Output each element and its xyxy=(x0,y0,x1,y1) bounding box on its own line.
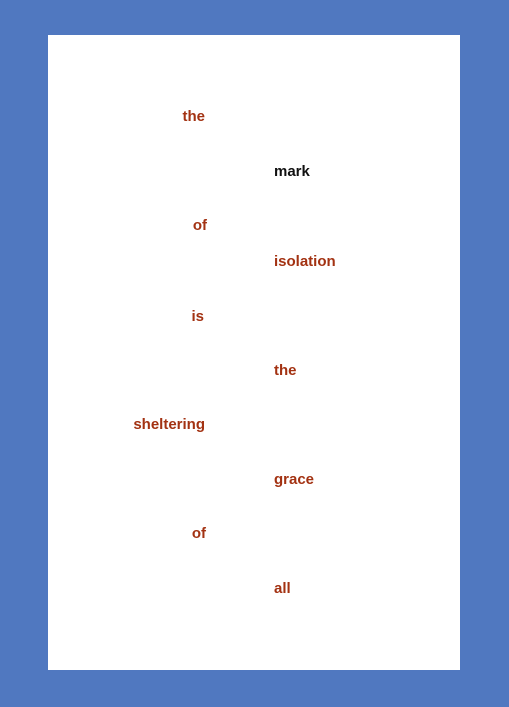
poem-word: is xyxy=(191,308,204,325)
poem-word: the xyxy=(182,108,206,125)
poem-word: isolation xyxy=(274,253,336,270)
poem-word: the xyxy=(274,362,297,379)
poem-word: of xyxy=(192,217,207,234)
poem-word-highlighted: mark xyxy=(274,163,310,180)
poem-word: all xyxy=(274,580,291,597)
poem-word: of xyxy=(191,525,206,542)
poem-word: sheltering xyxy=(133,416,205,433)
poem-word: grace xyxy=(274,471,315,488)
poem-page: the mark of isolation is the sheltering … xyxy=(48,35,460,670)
